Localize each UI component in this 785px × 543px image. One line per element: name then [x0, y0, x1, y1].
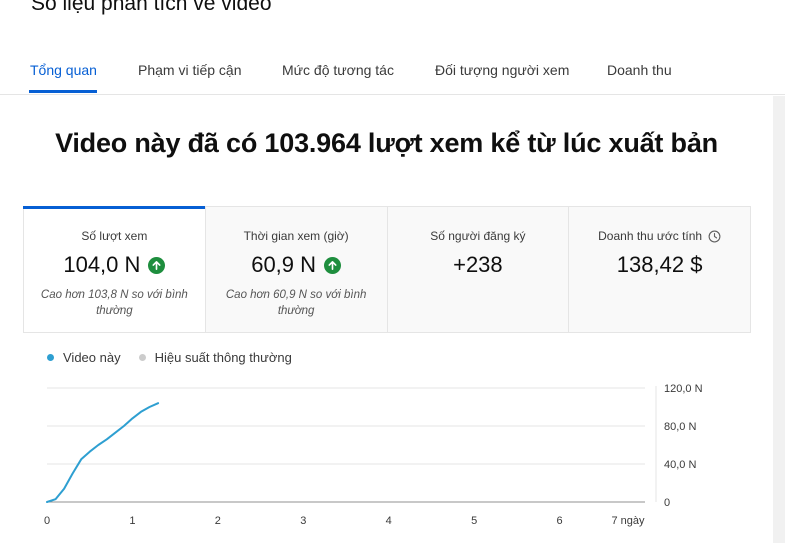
tab-engagement[interactable]: Mức độ tương tác [282, 62, 394, 78]
tab-overview[interactable]: Tổng quan [30, 62, 97, 78]
metric-card-watch-time[interactable]: Thời gian xem (giờ) 60,9 N Cao hơn 60,9 … [204, 207, 387, 332]
tab-bar: Tổng quan Phạm vi tiếp cận Mức độ tương … [0, 50, 785, 95]
y-tick-label: 0 [664, 497, 670, 509]
metric-label: Số lượt xem [81, 229, 148, 243]
x-tick-label: 1 [129, 515, 135, 527]
metric-label: Số người đăng ký [430, 229, 526, 243]
y-tick-label: 120,0 N [664, 383, 703, 395]
x-tick-label: 5 [471, 515, 477, 527]
y-tick-label: 40,0 N [664, 459, 696, 471]
chart-legend: Video này Hiệu suất thông thường [47, 350, 292, 365]
active-tab-indicator [29, 90, 97, 93]
y-tick-label: 80,0 N [664, 421, 696, 433]
metric-cards: Số lượt xem 104,0 N Cao hơn 103,8 N so v… [23, 206, 751, 333]
x-tick-label: 7 ngày [611, 515, 645, 527]
clock-icon [708, 230, 721, 243]
metric-label: Doanh thu ước tính [598, 229, 721, 243]
x-tick-label: 3 [300, 515, 306, 527]
metric-card-revenue[interactable]: Doanh thu ước tính 138,42 $ [568, 207, 750, 332]
metric-card-views[interactable]: Số lượt xem 104,0 N Cao hơn 103,8 N so v… [23, 206, 205, 332]
tab-reach[interactable]: Phạm vi tiếp cận [138, 62, 242, 78]
legend-item-this-video[interactable]: Video này [47, 350, 121, 365]
headline: Video này đã có 103.964 lượt xem kể từ l… [55, 128, 718, 158]
series-line-this-video [46, 402, 160, 503]
metric-label: Thời gian xem (giờ) [243, 229, 349, 243]
legend-dot [47, 354, 54, 361]
metric-value: 60,9 N [251, 252, 342, 278]
arrow-up-icon [148, 256, 166, 274]
metric-note: Cao hơn 103,8 N so với bình thường [40, 289, 188, 317]
legend-dot [138, 354, 146, 361]
x-tick-label: 6 [557, 515, 563, 527]
legend-item-typical[interactable]: Hiệu suất thông thường [138, 350, 292, 365]
scrollbar[interactable] [773, 96, 785, 543]
metric-note: Cao hơn 60,9 N so với bình thường [225, 289, 367, 317]
x-tick-label: 4 [386, 515, 392, 527]
metric-card-subscribers[interactable]: Số người đăng ký +238 [386, 207, 569, 332]
metric-value: 138,42 $ [616, 252, 703, 277]
x-tick-label: 2 [215, 515, 221, 527]
metric-value: +238 [453, 252, 503, 277]
metric-value: 104,0 N [63, 252, 166, 278]
views-line-chart: 0 40,0 N 80,0 N 120,0 N 0 1 2 3 4 5 6 7 ngày [44, 383, 703, 527]
tab-revenue[interactable]: Doanh thu [607, 62, 672, 78]
page-title: Số liệu phân tích về video [31, 0, 272, 15]
tab-audience[interactable]: Đối tượng người xem [435, 62, 569, 78]
arrow-up-icon [324, 256, 342, 274]
x-tick-label: 0 [44, 515, 50, 527]
